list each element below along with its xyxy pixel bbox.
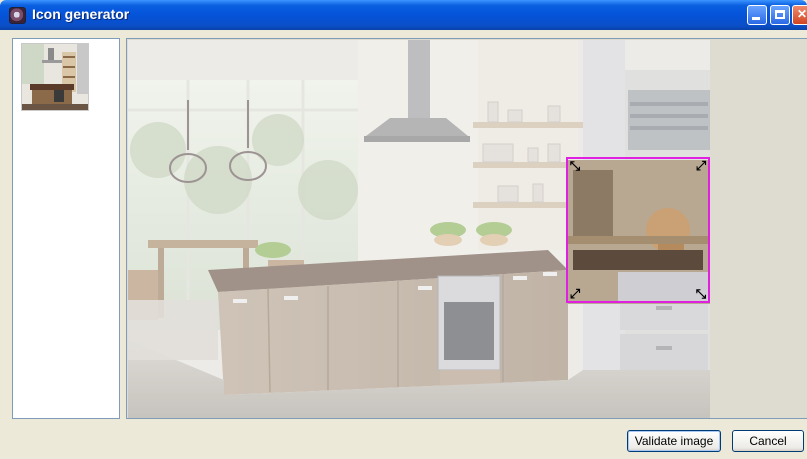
resize-handle-bottom-left[interactable]: ⤢ [568, 287, 582, 301]
window-title: Icon generator [32, 6, 130, 22]
kitchen-thumbnail[interactable] [21, 43, 89, 111]
maximize-icon [775, 10, 785, 19]
crop-selection-box[interactable]: ⤡ ⤢ ⤢ ⤡ [566, 157, 710, 303]
minimize-icon [752, 17, 760, 20]
minimize-button[interactable] [747, 5, 767, 25]
icon-generator-window: Icon generator ✕ ⤡ ⤢ ⤢ ⤡ Validate image … [0, 0, 807, 459]
thumbnail-list[interactable] [12, 38, 120, 419]
close-icon: ✕ [797, 7, 807, 21]
title-bar[interactable]: Icon generator ✕ [0, 0, 807, 30]
close-button[interactable]: ✕ [792, 5, 807, 25]
resize-handle-top-left[interactable]: ⤡ [568, 159, 582, 173]
app-icon [9, 7, 26, 24]
maximize-button[interactable] [770, 5, 790, 25]
validate-image-button[interactable]: Validate image [627, 430, 721, 452]
resize-handle-bottom-right[interactable]: ⤡ [694, 287, 708, 301]
resize-handle-top-right[interactable]: ⤢ [694, 159, 708, 173]
image-preview-area[interactable]: ⤡ ⤢ ⤢ ⤡ [126, 38, 807, 419]
cancel-button[interactable]: Cancel [732, 430, 804, 452]
